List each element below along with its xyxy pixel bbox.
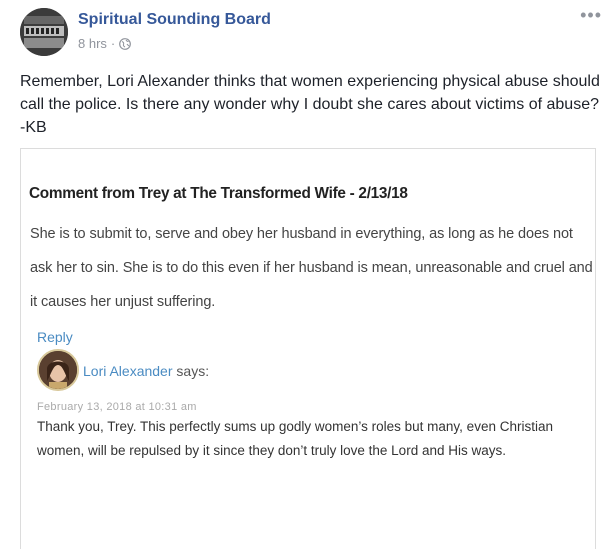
- quoted-comment: She is to submit to, serve and obey her …: [30, 226, 593, 310]
- globe-icon: [119, 37, 132, 50]
- commenter-name[interactable]: Lori Alexander: [83, 363, 173, 379]
- says-label: says:: [176, 363, 210, 379]
- more-options-icon[interactable]: •••: [580, 6, 602, 24]
- post-caption: Remember, Lori Alexander thinks that wom…: [20, 73, 600, 136]
- reply-link[interactable]: Reply: [37, 329, 73, 345]
- facebook-post: Spiritual Sounding Board 8 hrs · ••• Rem…: [0, 0, 614, 549]
- meta-separator: ·: [110, 36, 116, 51]
- post-header: Spiritual Sounding Board 8 hrs · •••: [20, 6, 602, 56]
- page-name-link[interactable]: Spiritual Sounding Board: [78, 11, 271, 29]
- commenter-line: Lori Alexander says:: [83, 363, 209, 379]
- post-time[interactable]: 8 hrs: [78, 36, 107, 51]
- post-meta: 8 hrs ·: [78, 36, 132, 51]
- comment-timestamp: February 13, 2018 at 10:31 am: [37, 401, 197, 413]
- comment-title: Comment from Trey at The Transformed Wif…: [29, 185, 408, 202]
- avatar-image: [20, 8, 68, 56]
- shared-image[interactable]: Comment from Trey at The Transformed Wif…: [20, 148, 596, 549]
- commenter-avatar: [37, 349, 79, 391]
- page-avatar[interactable]: [20, 8, 68, 56]
- reply-comment: Thank you, Trey. This perfectly sums up …: [37, 419, 553, 458]
